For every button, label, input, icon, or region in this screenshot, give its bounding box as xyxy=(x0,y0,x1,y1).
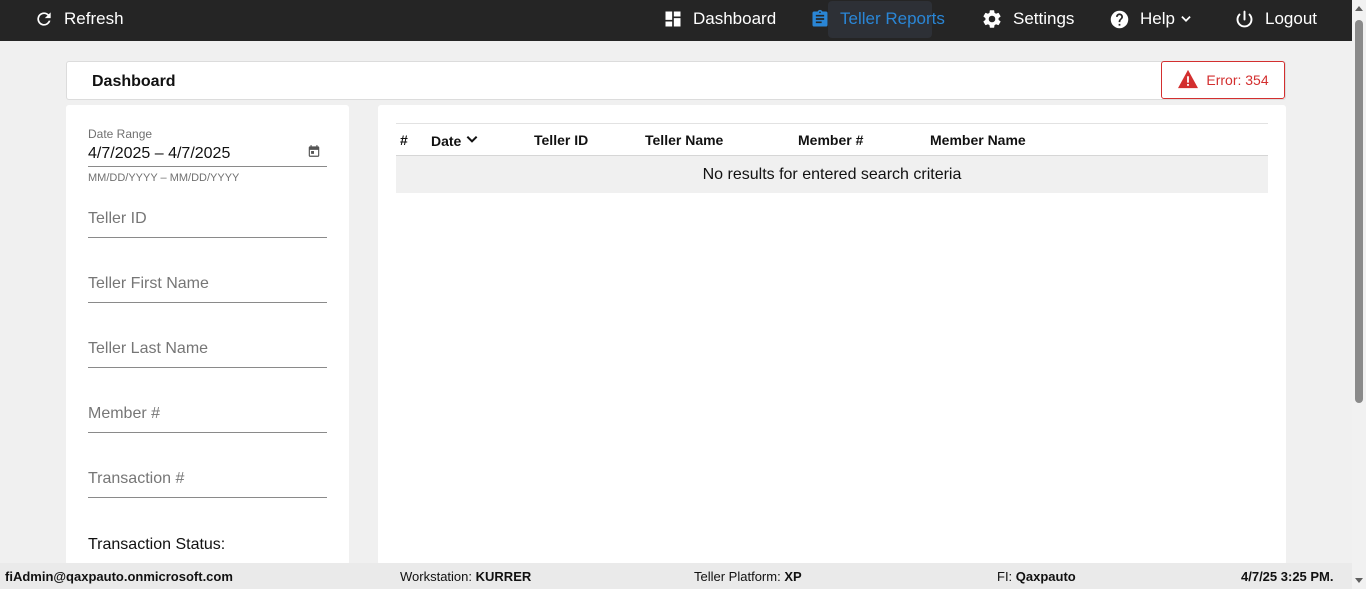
workstation-label: Workstation: xyxy=(400,569,473,584)
date-range-hint: MM/DD/YYYY – MM/DD/YYYY xyxy=(88,172,240,184)
refresh-label: Refresh xyxy=(64,9,124,28)
top-navigation-bar: Refresh Dashboard Teller Reports Setting… xyxy=(0,0,1352,41)
gear-icon xyxy=(981,8,1003,30)
filter-panel: Date Range 4/7/2025 – 4/7/2025 MM/DD/YYY… xyxy=(66,105,349,565)
clipboard-icon xyxy=(810,9,830,29)
refresh-button[interactable]: Refresh xyxy=(34,0,124,38)
fi-label: FI: xyxy=(997,569,1013,584)
column-header-member-name[interactable]: Member Name xyxy=(930,132,1026,148)
teller-first-name-input[interactable]: Teller First Name xyxy=(88,269,327,303)
error-indicator-button[interactable]: Error: 354 xyxy=(1161,61,1285,99)
date-range-input[interactable]: 4/7/2025 – 4/7/2025 xyxy=(88,141,327,167)
nav-settings-label: Settings xyxy=(1013,9,1075,28)
current-user: fiAdmin@qaxpauto.onmicrosoft.com xyxy=(5,569,233,584)
transaction-number-input[interactable]: Transaction # xyxy=(88,464,327,498)
nav-teller-reports-label: Teller Reports xyxy=(840,9,945,28)
results-panel: # Date Teller ID Teller Name Member # Me… xyxy=(378,105,1286,565)
transaction-status-label: Transaction Status: xyxy=(88,536,226,553)
help-icon xyxy=(1109,9,1130,30)
empty-results-message: No results for entered search criteria xyxy=(396,156,1268,193)
workstation-info: Workstation: KURRER xyxy=(400,569,531,584)
fi-value: Qaxpauto xyxy=(1015,569,1076,584)
status-bar: fiAdmin@qaxpauto.onmicrosoft.com Worksta… xyxy=(0,563,1352,589)
vertical-scrollbar[interactable] xyxy=(1352,0,1366,589)
current-datetime: 4/7/25 3:25 PM. xyxy=(1241,569,1334,584)
power-icon xyxy=(1234,9,1255,30)
member-number-input[interactable]: Member # xyxy=(88,399,327,433)
date-range-value: 4/7/2025 – 4/7/2025 xyxy=(88,144,231,162)
column-header-member-number[interactable]: Member # xyxy=(798,132,863,148)
nav-logout-label: Logout xyxy=(1265,9,1317,28)
nav-logout[interactable]: Logout xyxy=(1234,0,1317,38)
nav-settings[interactable]: Settings xyxy=(981,0,1074,38)
fi-info: FI: Qaxpauto xyxy=(997,569,1076,584)
column-header-teller-id[interactable]: Teller ID xyxy=(534,132,588,148)
workstation-value: KURRER xyxy=(475,569,532,584)
warning-icon xyxy=(1177,69,1199,92)
page-title: Dashboard xyxy=(92,73,176,90)
refresh-icon xyxy=(34,9,54,29)
sort-descending-icon xyxy=(465,132,479,149)
calendar-icon[interactable] xyxy=(307,144,321,163)
teller-platform-label: Teller Platform: xyxy=(694,569,781,584)
chevron-down-icon xyxy=(1179,12,1193,26)
teller-id-input[interactable]: Teller ID xyxy=(88,204,327,238)
teller-last-name-input[interactable]: Teller Last Name xyxy=(88,334,327,368)
teller-platform-info: Teller Platform: XP xyxy=(694,569,802,584)
column-header-teller-name[interactable]: Teller Name xyxy=(645,132,723,148)
nav-dashboard[interactable]: Dashboard xyxy=(663,0,776,38)
dashboard-icon xyxy=(663,9,683,29)
results-table: # Date Teller ID Teller Name Member # Me… xyxy=(396,123,1268,193)
nav-dashboard-label: Dashboard xyxy=(693,9,777,28)
date-range-label: Date Range xyxy=(88,127,153,141)
teller-platform-value: XP xyxy=(784,569,802,584)
table-header: # Date Teller ID Teller Name Member # Me… xyxy=(396,123,1268,156)
error-label: Error: 354 xyxy=(1206,72,1269,88)
date-range-field[interactable]: Date Range 4/7/2025 – 4/7/2025 MM/DD/YYY… xyxy=(88,127,327,184)
page-header: Dashboard Error: 354 xyxy=(66,61,1286,100)
column-header-date-label: Date xyxy=(431,132,462,149)
nav-help-label: Help xyxy=(1140,9,1175,28)
scroll-down-arrow-icon[interactable] xyxy=(1355,578,1363,583)
scroll-up-arrow-icon[interactable] xyxy=(1355,6,1363,11)
scrollbar-thumb[interactable] xyxy=(1355,20,1363,403)
nav-teller-reports[interactable]: Teller Reports xyxy=(794,0,945,38)
column-header-date[interactable]: Date xyxy=(431,132,479,149)
column-header-number[interactable]: # xyxy=(400,132,408,148)
nav-help[interactable]: Help xyxy=(1109,0,1193,38)
